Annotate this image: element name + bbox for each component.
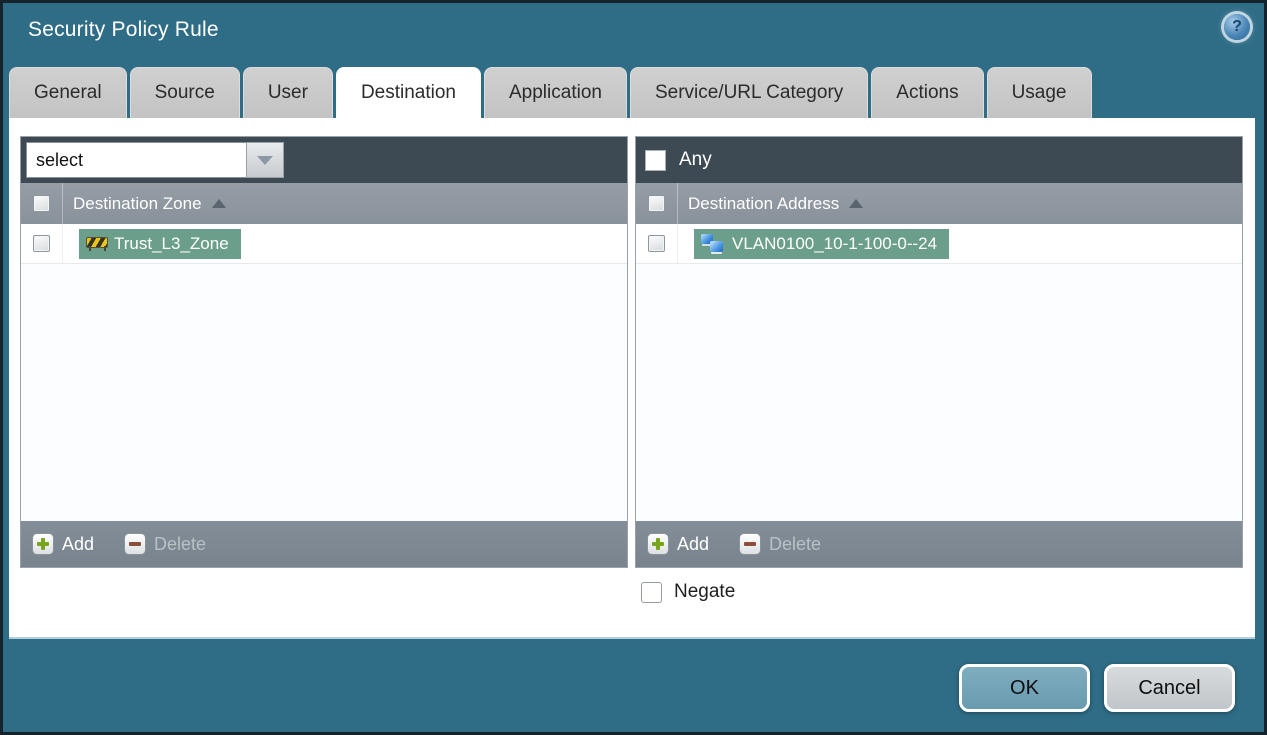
add-icon[interactable]: [32, 533, 54, 555]
negate-label: Negate: [674, 581, 736, 602]
address-delete-button[interactable]: Delete: [769, 534, 821, 555]
zone-column-label[interactable]: Destination Zone: [73, 194, 202, 214]
destination-tab-content: select Destination Zone Trust_L3_Zone Ad…: [9, 118, 1255, 639]
tab-general[interactable]: General: [9, 67, 127, 118]
any-label: Any: [679, 149, 712, 170]
tab-user[interactable]: User: [242, 67, 333, 118]
zone-item-label: Trust_L3_Zone: [114, 233, 229, 253]
negate-row: Negate: [641, 581, 735, 603]
delete-icon[interactable]: [124, 533, 147, 555]
delete-icon[interactable]: [739, 533, 762, 555]
zone-footer: Add Delete: [21, 521, 627, 567]
dialog-title: Security Policy Rule: [28, 18, 219, 41]
address-row: VLAN0100_10-1-100-0--24: [636, 224, 1242, 264]
address-item-label: VLAN0100_10-1-100-0--24: [732, 233, 938, 253]
zone-row-checkbox[interactable]: [33, 235, 50, 252]
zone-select-all-cell: [21, 183, 63, 224]
address-icon: [701, 233, 724, 254]
address-footer: Add Delete: [636, 521, 1242, 567]
chevron-down-icon: [257, 155, 273, 165]
address-select-all-checkbox[interactable]: [648, 195, 665, 212]
ok-button[interactable]: OK: [959, 664, 1090, 712]
address-column-header: Destination Address: [636, 183, 1242, 224]
zone-select-all-checkbox[interactable]: [33, 195, 50, 212]
address-select-all-cell: [636, 183, 678, 224]
tab-usage[interactable]: Usage: [986, 67, 1092, 118]
tab-bar: General Source User Destination Applicat…: [9, 67, 1092, 118]
zone-type-dropdown-value[interactable]: select: [26, 142, 246, 178]
zone-row: Trust_L3_Zone: [21, 224, 627, 264]
any-checkbox[interactable]: [645, 149, 666, 171]
security-policy-rule-dialog: Security Policy Rule ? General Source Us…: [0, 0, 1267, 735]
add-icon[interactable]: [647, 533, 669, 555]
address-column-label[interactable]: Destination Address: [688, 194, 839, 214]
address-list: VLAN0100_10-1-100-0--24: [636, 224, 1242, 521]
tab-actions[interactable]: Actions: [871, 67, 984, 118]
address-any-bar: Any: [636, 137, 1242, 183]
destination-address-panel: Any Destination Address VLAN0100_10-1-10…: [635, 136, 1243, 568]
zone-row-checkbox-cell: [21, 224, 63, 263]
zone-type-dropdown[interactable]: select: [26, 142, 284, 178]
zone-delete-button[interactable]: Delete: [154, 534, 206, 555]
tab-application[interactable]: Application: [484, 67, 627, 118]
address-item-vlan0100[interactable]: VLAN0100_10-1-100-0--24: [694, 228, 950, 259]
sort-asc-icon: [849, 199, 864, 208]
sort-asc-icon: [211, 199, 226, 208]
tab-service-url-category[interactable]: Service/URL Category: [629, 67, 869, 118]
address-row-checkbox-cell: [636, 224, 678, 263]
zone-icon: [86, 236, 108, 251]
destination-zone-panel: select Destination Zone Trust_L3_Zone Ad…: [20, 136, 628, 568]
zone-item-trust-l3-zone[interactable]: Trust_L3_Zone: [79, 228, 241, 259]
cancel-button[interactable]: Cancel: [1104, 664, 1235, 712]
zone-list: Trust_L3_Zone: [21, 224, 627, 521]
tab-destination[interactable]: Destination: [335, 67, 481, 118]
address-row-checkbox[interactable]: [648, 235, 665, 252]
address-add-button[interactable]: Add: [677, 534, 709, 555]
zone-add-button[interactable]: Add: [62, 534, 94, 555]
tab-source[interactable]: Source: [129, 67, 240, 118]
zone-type-dropdown-button[interactable]: [246, 142, 284, 178]
zone-column-header: Destination Zone: [21, 183, 627, 224]
help-icon[interactable]: ?: [1224, 14, 1250, 40]
negate-checkbox[interactable]: [641, 581, 662, 603]
zone-type-bar: select: [21, 137, 627, 183]
